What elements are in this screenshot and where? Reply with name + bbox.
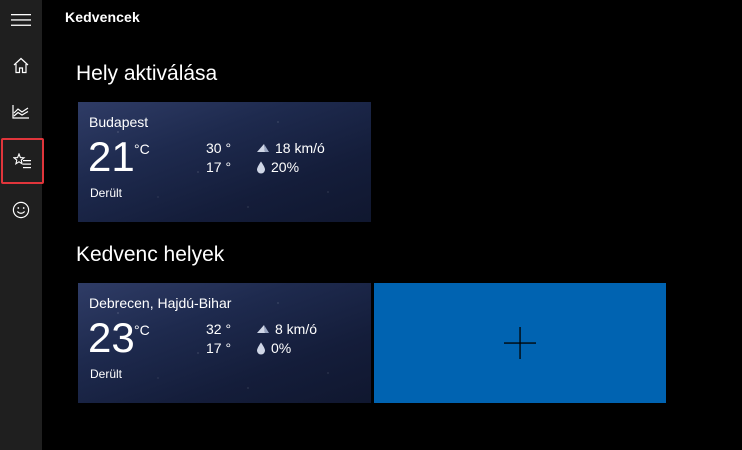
hamburger-menu-button[interactable] (0, 0, 42, 40)
hamburger-menu-icon (11, 14, 31, 26)
home-icon (13, 57, 29, 73)
wind-icon (257, 144, 269, 152)
add-favorite-button[interactable] (374, 283, 666, 403)
tile-temperature: 23 (88, 314, 135, 361)
tile-wind: 8 km/ó (256, 321, 317, 337)
tile-precipitation-value: 0% (271, 340, 292, 356)
sidebar-item-favorites[interactable] (1, 138, 44, 184)
tile-precipitation: 0% (256, 340, 291, 356)
tile-wind-speed: 18 km/ó (275, 140, 325, 156)
weather-tile-budapest[interactable]: Budapest 21 °C Derült 30 ° 17 ° 18 km/ó … (78, 102, 371, 222)
tile-city: Budapest (89, 114, 149, 130)
tile-high-temp: 30 ° (206, 140, 232, 156)
chart-icon (12, 104, 29, 119)
raindrop-icon (257, 342, 265, 354)
tile-wind-speed: 8 km/ó (275, 321, 318, 337)
favorites-list-icon (13, 152, 31, 168)
sidebar (0, 0, 44, 450)
tile-wind: 18 km/ó (256, 140, 325, 156)
weather-app: Kedvencek Hely aktiválása Budapest 21 °C… (0, 0, 742, 450)
tile-precipitation-value: 20% (271, 159, 300, 175)
tile-low-temp: 17 ° (206, 159, 232, 175)
tile-temperature-unit: °C (134, 322, 150, 338)
sidebar-item-forecast[interactable] (0, 91, 42, 131)
smiley-icon (12, 201, 30, 219)
tile-temperature-unit: °C (134, 141, 150, 157)
tile-precipitation: 20% (256, 159, 299, 175)
section-title-location: Hely aktiválása (76, 62, 218, 85)
tile-city: Debrecen, Hajdú-Bihar (89, 295, 232, 311)
tile-low-temp: 17 ° (206, 340, 232, 356)
sidebar-item-feedback[interactable] (0, 190, 42, 230)
plus-icon (504, 327, 536, 359)
wind-icon (257, 325, 269, 333)
tile-condition: Derült (90, 186, 123, 200)
sidebar-item-home[interactable] (0, 45, 42, 85)
page-title: Kedvencek (65, 9, 140, 25)
weather-tile-debrecen[interactable]: Debrecen, Hajdú-Bihar 23 °C Derült 32 ° … (78, 283, 371, 403)
tile-temperature: 21 (88, 133, 135, 180)
tile-condition: Derült (90, 367, 123, 381)
tile-high-temp: 32 ° (206, 321, 232, 337)
section-title-favorites: Kedvenc helyek (76, 243, 225, 266)
raindrop-icon (257, 161, 265, 173)
